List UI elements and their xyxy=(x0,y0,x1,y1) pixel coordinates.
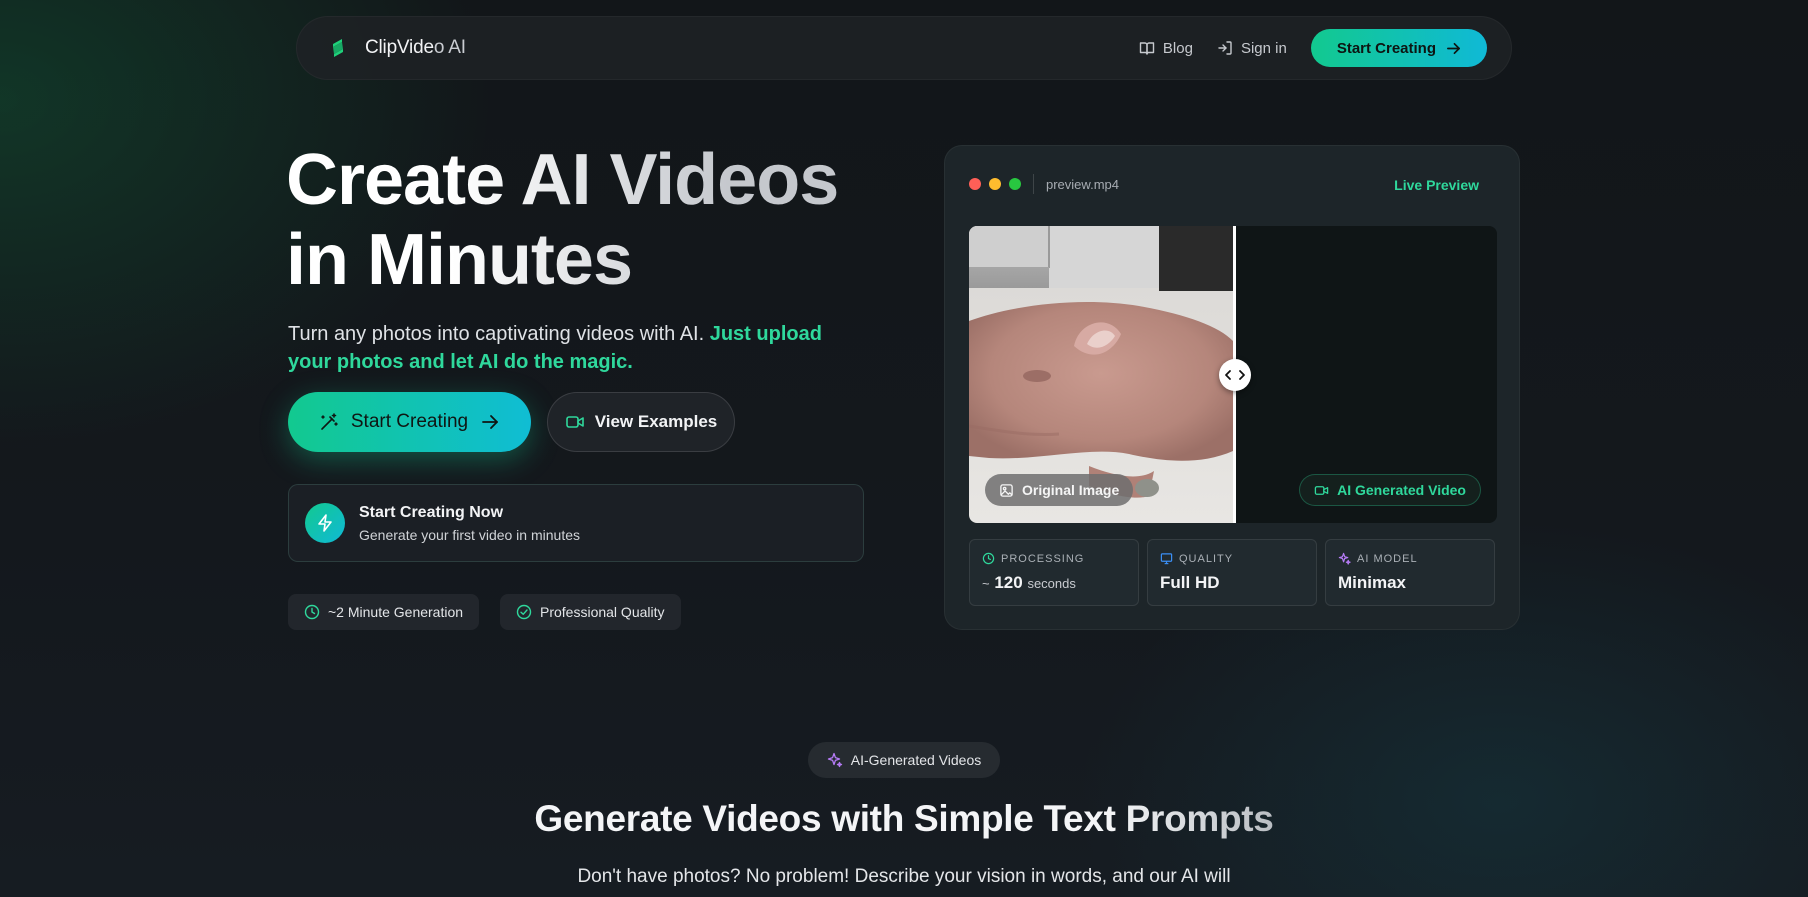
section-subtitle: Don't have photos? No problem! Describe … xyxy=(577,866,1231,887)
card-title: Start Creating Now xyxy=(359,503,504,521)
close-dot xyxy=(969,178,981,190)
stat-label: AI MODEL xyxy=(1338,552,1482,565)
section-badge-label: AI-Generated Videos xyxy=(850,752,982,768)
view-examples-button[interactable]: View Examples xyxy=(547,392,735,452)
monitor-icon xyxy=(1160,553,1173,565)
ai-video-badge: AI Generated Video xyxy=(1299,474,1481,506)
clock-icon xyxy=(982,552,995,565)
bolt-badge xyxy=(305,503,345,543)
top-navbar: ClipVideo AI Blog Sign in Start Creating xyxy=(296,16,1512,80)
divider xyxy=(1033,174,1034,194)
lightning-icon xyxy=(318,514,332,532)
image-icon xyxy=(1000,483,1013,497)
nav-link-label: Sign in xyxy=(1240,39,1287,57)
clock-icon xyxy=(304,604,320,620)
hero-subtitle: Turn any photos into captivating videos … xyxy=(288,323,822,373)
nav-start-creating-button[interactable]: Start Creating xyxy=(1310,29,1487,67)
magic-wand-icon xyxy=(321,413,338,430)
logo-icon xyxy=(333,39,343,57)
stat-value: Minimax xyxy=(1338,573,1407,592)
original-image-label: Original Image xyxy=(1022,482,1120,498)
stat-label: PROCESSING xyxy=(982,552,1126,565)
preview-filename: preview.mp4 xyxy=(1046,177,1119,192)
stat-ai-model: AI MODEL Minimax xyxy=(1325,539,1495,606)
stat-label: QUALITY xyxy=(1160,552,1304,565)
check-circle-icon xyxy=(516,604,532,620)
arrow-right-icon xyxy=(1447,42,1460,54)
stat-processing: PROCESSING ~ 120 seconds xyxy=(969,539,1139,606)
ai-video-label: AI Generated Video xyxy=(1337,482,1466,498)
section-badge: AI-Generated Videos xyxy=(808,742,1000,778)
start-creating-card[interactable]: Start Creating Now Generate your first v… xyxy=(288,484,864,562)
nav-link-sign-in[interactable]: Sign in xyxy=(1217,40,1287,57)
card-subtitle: Generate your first video in minutes xyxy=(359,526,580,543)
video-camera-icon xyxy=(565,416,584,428)
sparkles-icon xyxy=(827,752,842,768)
hero-title-line2: in Minutes xyxy=(286,220,632,300)
original-image-badge: Original Image xyxy=(985,474,1134,506)
nav-link-blog[interactable]: Blog xyxy=(1139,40,1193,57)
sparkles-icon xyxy=(1338,552,1351,565)
nav-link-label: Blog xyxy=(1162,39,1193,57)
comparison-viewer[interactable]: Original Image AI Generated Video xyxy=(969,226,1497,523)
hero-title: Create AI Videos in Minutes xyxy=(286,140,838,300)
window-controls xyxy=(969,178,1021,190)
logo-text: ClipVideo AI xyxy=(365,37,466,58)
book-icon xyxy=(1139,42,1155,55)
stat-quality: QUALITY Full HD xyxy=(1147,539,1317,606)
live-preview-label: Live Preview xyxy=(1394,177,1479,193)
hero-title-line1: Create AI Videos xyxy=(286,140,839,220)
stat-value: ~ 120 seconds xyxy=(982,573,1076,592)
view-examples-label: View Examples xyxy=(594,412,718,431)
chevron-left-right-icon xyxy=(1225,370,1245,380)
nav-cta-label: Start Creating xyxy=(1336,39,1436,57)
comparison-slider-handle[interactable] xyxy=(1219,359,1251,391)
video-camera-icon xyxy=(1314,485,1329,495)
logo[interactable]: ClipVideo AI xyxy=(325,35,466,61)
start-creating-label: Start Creating xyxy=(350,411,469,432)
start-creating-button[interactable]: Start Creating xyxy=(288,392,531,452)
maximize-dot xyxy=(1009,178,1021,190)
arrow-right-icon xyxy=(482,415,499,429)
minimize-dot xyxy=(989,178,1001,190)
section-title: Generate Videos with Simple Text Prompts xyxy=(534,798,1274,839)
stat-value: Full HD xyxy=(1160,573,1220,592)
pill-label: Professional Quality xyxy=(540,604,665,620)
sign-in-icon xyxy=(1218,41,1232,55)
feature-pill-quality: Professional Quality xyxy=(500,594,681,630)
pill-label: ~2 Minute Generation xyxy=(328,604,464,620)
preview-panel: preview.mp4 Live Preview Original Image … xyxy=(944,145,1520,630)
feature-pill-generation-time: ~2 Minute Generation xyxy=(288,594,480,630)
